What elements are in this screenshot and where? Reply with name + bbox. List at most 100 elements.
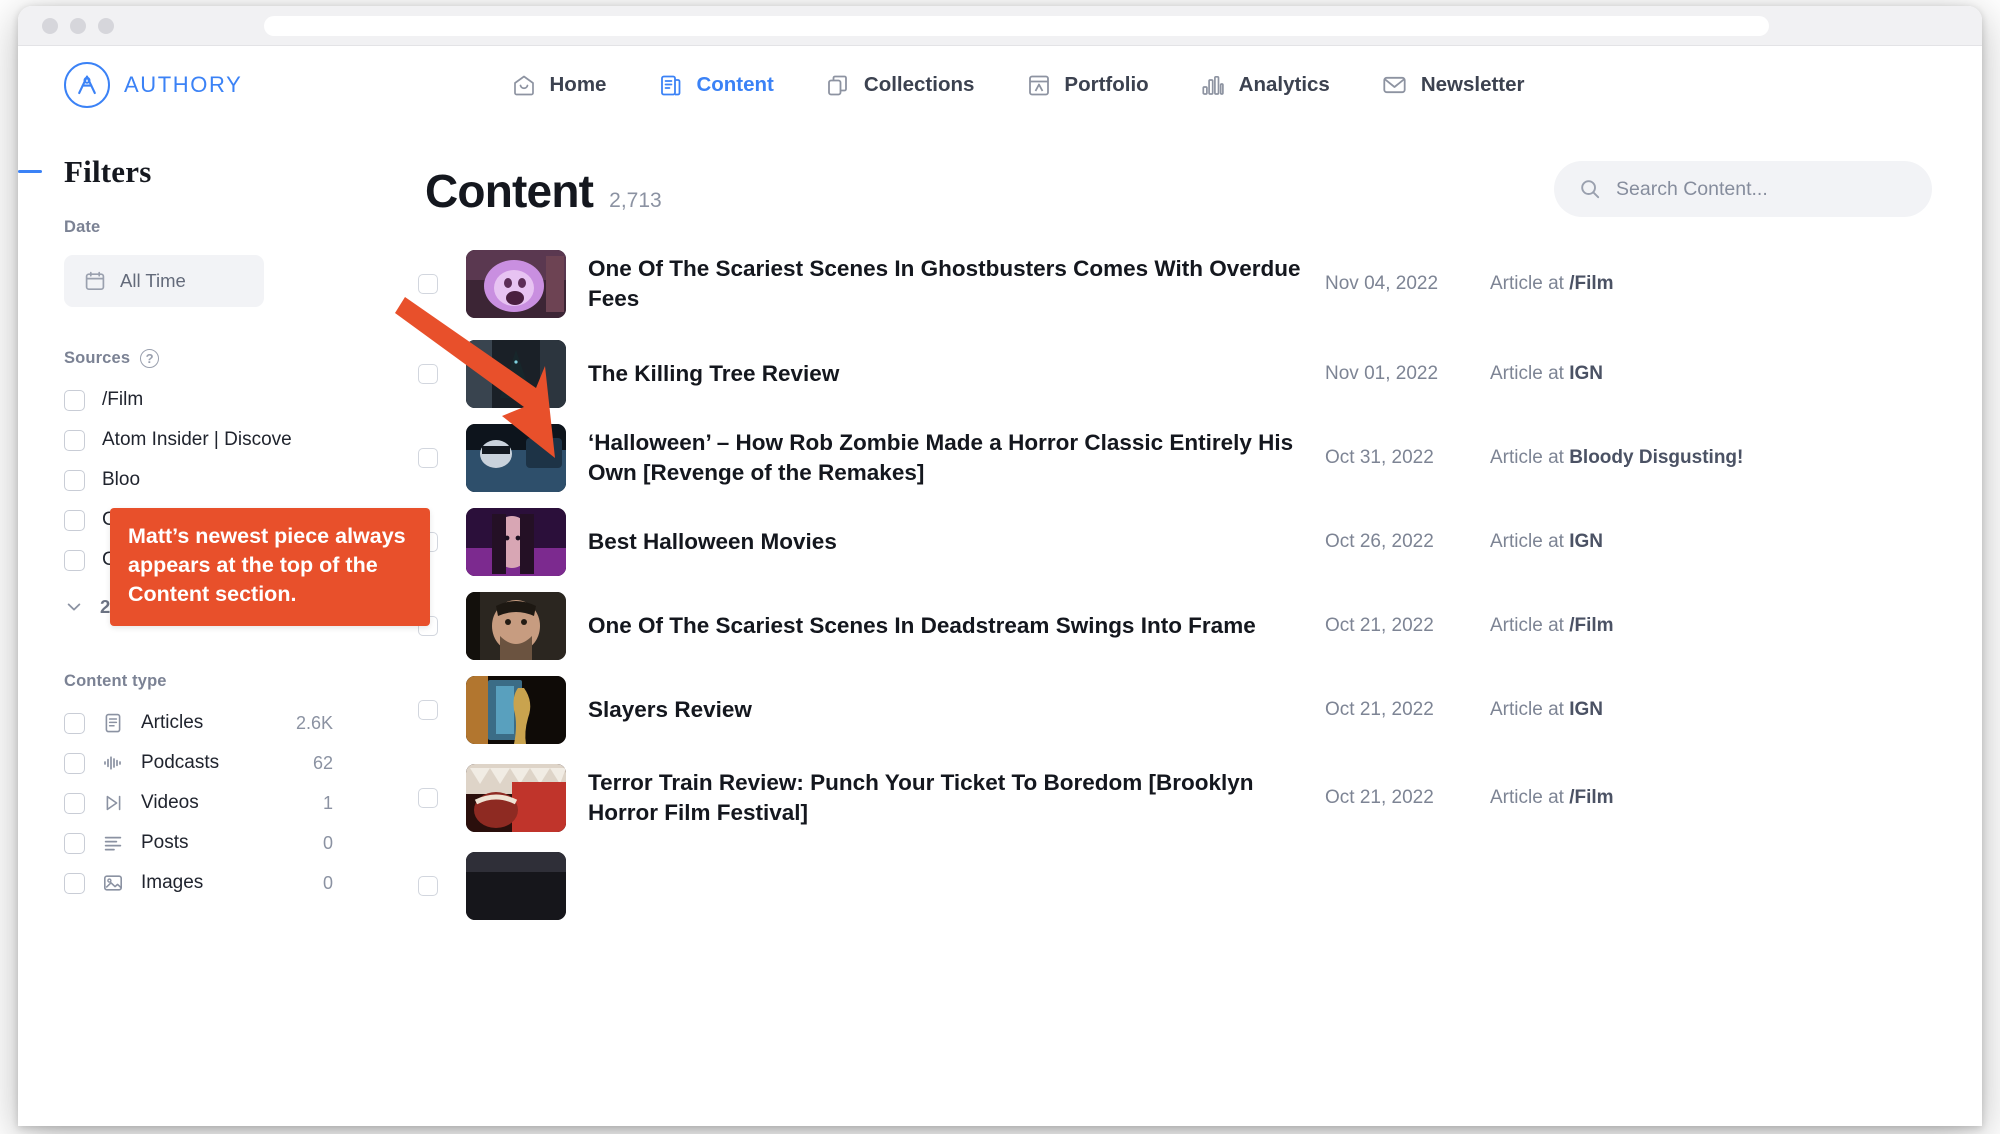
content-rows-list[interactable]: One Of The Scariest Scenes In Ghostbuste… [408,236,1982,1126]
content-type-row-videos[interactable]: Videos 1 [64,783,408,823]
search-input[interactable]: Search Content... [1616,178,1768,201]
row-thumbnail [466,592,566,660]
row-title[interactable]: Slayers Review [588,695,1308,725]
row-source: Article at /Film [1490,273,1614,295]
home-icon [511,73,536,98]
date-range-value: All Time [120,270,186,291]
content-total-count: 2,713 [609,189,662,212]
row-thumbnail [466,424,566,492]
question-circle-icon[interactable]: ? [140,349,160,368]
source-checkbox[interactable] [64,549,85,571]
row-source-prefix: Article at [1490,615,1570,636]
nav-item-collections[interactable]: Collections [826,73,975,98]
source-filter-row[interactable]: Cert [64,500,408,540]
close-window-button[interactable] [42,17,58,34]
row-source-name: IGN [1569,699,1603,720]
analytics-icon [1201,73,1226,98]
nav-item-content[interactable]: Content [658,73,774,98]
row-title[interactable]: Terror Train Review: Punch Your Ticket T… [588,768,1308,827]
source-filter-row[interactable]: Bloo [64,460,408,500]
nav-item-label: Content [696,73,774,96]
source-label: Atom Insider | Discove [102,429,292,450]
filters-header: Filters [18,152,408,192]
podcast-icon [102,752,124,774]
row-source-prefix: Article at [1490,447,1570,468]
nav-item-analytics[interactable]: Analytics [1201,73,1330,98]
maximize-window-button[interactable] [98,17,114,34]
sources-filter-group: Sources ? /Film Atom Insider | Discove B… [18,349,408,628]
main-navigation: Home Content Collections Portfolio Analy… [511,72,1525,98]
row-select-checkbox[interactable] [418,788,438,808]
row-select-checkbox[interactable] [418,700,438,720]
source-checkbox[interactable] [64,429,85,451]
search-content-box[interactable]: Search Content... [1554,161,1932,217]
content-type-row-podcasts[interactable]: Podcasts 62 [64,743,408,783]
content-type-checkbox[interactable] [64,832,85,854]
content-type-label: Articles [141,712,204,733]
content-type-row-posts[interactable]: Posts 0 [64,823,408,863]
row-source-prefix: Article at [1490,273,1570,294]
row-select-checkbox[interactable] [418,448,438,468]
row-source-prefix: Article at [1490,531,1570,552]
content-type-checkbox[interactable] [64,792,85,814]
row-source-name: /Film [1569,615,1614,636]
row-title[interactable]: One Of The Scariest Scenes In Deadstream… [588,611,1308,641]
nav-item-newsletter[interactable]: Newsletter [1382,72,1525,98]
source-filter-row[interactable]: Atom Insider | Discove [64,420,408,460]
nav-item-portfolio[interactable]: Portfolio [1026,73,1149,98]
table-row[interactable]: One Of The Scariest Scenes In Deadstream… [408,584,1982,668]
row-source-prefix: Article at [1490,363,1570,384]
row-title[interactable]: One Of The Scariest Scenes In Ghostbuste… [588,254,1308,313]
row-thumbnail [466,852,566,920]
table-row[interactable] [408,844,1982,928]
content-type-checkbox[interactable] [64,872,85,894]
row-title[interactable]: ‘Halloween’ – How Rob Zombie Made a Horr… [588,428,1308,487]
row-select-checkbox[interactable] [418,532,438,552]
brand-logo[interactable]: AUTHORY [64,62,242,108]
address-bar[interactable] [264,15,1769,36]
content-type-row-articles[interactable]: Articles 2.6K [64,703,408,743]
row-select-checkbox[interactable] [418,274,438,294]
minimize-window-button[interactable] [70,17,86,34]
row-source-name: Bloody Disgusting! [1569,447,1744,468]
row-select-checkbox[interactable] [418,616,438,636]
row-thumbnail [466,508,566,576]
source-filter-row[interactable]: Certified Forgotten Po… [64,540,408,580]
source-checkbox[interactable] [64,509,85,531]
table-row[interactable]: Slayers Review Oct 21, 2022 Article at I… [408,668,1982,752]
table-row[interactable]: Terror Train Review: Punch Your Ticket T… [408,752,1982,844]
row-title[interactable]: Best Halloween Movies [588,527,1308,557]
row-title[interactable]: The Killing Tree Review [588,359,1308,389]
content-type-checkbox[interactable] [64,752,85,774]
source-label: /Film [102,389,144,410]
content-icon [658,73,683,98]
row-thumbnail [466,340,566,408]
page-title-wrap: Content 2,713 [425,164,662,218]
portfolio-icon [1026,73,1051,98]
table-row[interactable]: ‘Halloween’ – How Rob Zombie Made a Horr… [408,416,1982,500]
content-type-label: Images [141,872,204,893]
table-row[interactable]: One Of The Scariest Scenes In Ghostbuste… [408,236,1982,332]
row-date: Oct 31, 2022 [1325,447,1434,468]
content-type-filter-group: Content type Articles 2.6K Podcasts 62 V… [18,672,408,903]
content-type-checkbox[interactable] [64,712,85,734]
nav-item-label: Collections [863,73,975,96]
row-select-checkbox[interactable] [418,876,438,896]
content-header: Content 2,713 Search Content... [408,124,1982,236]
nav-item-home[interactable]: Home [511,73,606,98]
table-row[interactable]: The Killing Tree Review Nov 01, 2022 Art… [408,332,1982,416]
content-type-label: Posts [141,832,189,853]
content-type-group-label: Content type [64,672,167,690]
show-more-sources-button[interactable]: 20 more [64,586,408,628]
row-select-checkbox[interactable] [418,364,438,384]
source-filter-row[interactable]: /Film [64,380,408,420]
content-type-row-images[interactable]: Images 0 [64,863,408,903]
source-checkbox[interactable] [64,389,85,411]
app-header: AUTHORY Home Content Collections Portfol… [18,46,1982,124]
window-controls[interactable] [42,17,114,34]
source-checkbox[interactable] [64,469,85,491]
row-thumbnail [466,764,566,832]
table-row[interactable]: Best Halloween Movies Oct 26, 2022 Artic… [408,500,1982,584]
collapse-filters-button[interactable] [18,170,42,173]
date-range-select[interactable]: All Time [64,255,264,307]
